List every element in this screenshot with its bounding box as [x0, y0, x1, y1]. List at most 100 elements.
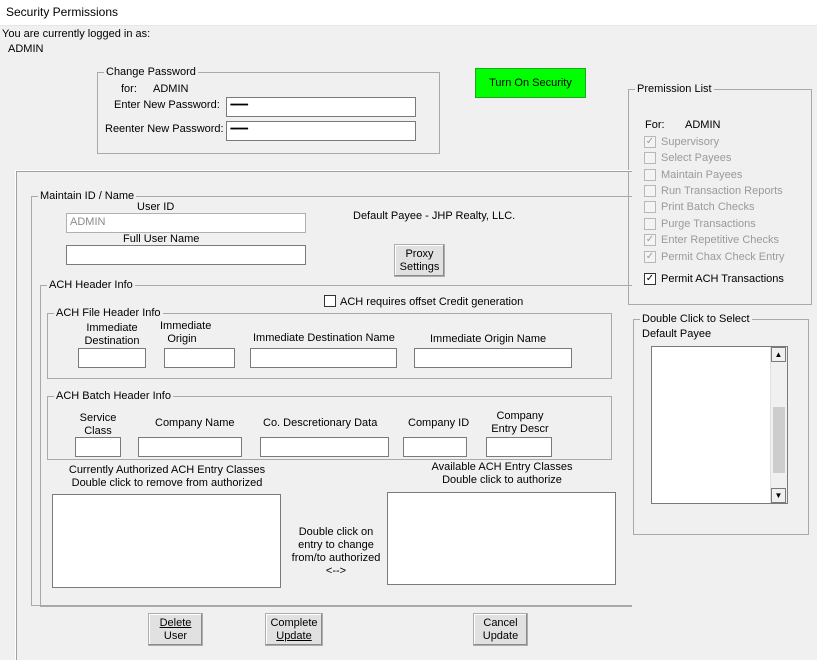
supervisory-label: Supervisory	[661, 136, 720, 148]
scroll-down-icon[interactable]: ▼	[771, 488, 786, 503]
service-class-field[interactable]	[75, 437, 121, 457]
permission-list-legend: Premission List	[635, 83, 714, 95]
cancel-update-label-1: Cancel	[483, 616, 518, 629]
enter-repetitive-checks-label: Enter Repetitive Checks	[661, 234, 779, 246]
immediate-destination-label: Immediate Destination	[78, 322, 146, 348]
scroll-up-icon[interactable]: ▲	[771, 347, 786, 362]
cancel-update-label-2: Update	[482, 629, 519, 642]
enter-repetitive-checks-checkbox[interactable]: ✓	[644, 234, 656, 246]
immediate-origin-name-label: Immediate Origin Name	[430, 333, 547, 345]
purge-transactions-label: Purge Transactions	[661, 218, 756, 230]
ach-file-header-legend: ACH File Header Info	[54, 307, 163, 319]
available-classes-list[interactable]	[387, 492, 616, 585]
authorized-classes-list[interactable]	[52, 494, 281, 588]
user-id-field[interactable]: ADMIN	[66, 213, 306, 233]
permit-ach-transactions-checkbox[interactable]: ✓	[644, 273, 656, 285]
ach-offset-checkbox[interactable]	[324, 295, 336, 307]
full-user-name-field[interactable]	[66, 245, 306, 265]
supervisory-checkbox[interactable]: ✓	[644, 136, 656, 148]
print-batch-checks-label: Print Batch Checks	[661, 201, 755, 213]
available-caption-line-1: Available ACH Entry Classes	[431, 461, 573, 473]
new-password-field[interactable]: ••••••••••••	[226, 97, 416, 117]
scroll-thumb[interactable]	[773, 407, 785, 473]
double-click-hint: Double click on entry to change from/to …	[287, 526, 385, 578]
imm-dest-line-2: Destination	[84, 335, 140, 347]
default-payee-legend: Double Click to Select	[640, 313, 752, 325]
user-id-label: User ID	[137, 201, 175, 213]
delete-user-label-2: User	[163, 629, 188, 642]
immediate-destination-name-field[interactable]	[250, 348, 397, 368]
maintain-id-legend: Maintain ID / Name	[38, 190, 137, 202]
delete-user-button[interactable]: Delete User	[148, 613, 203, 646]
immediate-origin-name-field[interactable]	[414, 348, 572, 368]
company-entry-descr-label: Company Entry Descr	[486, 410, 554, 436]
imm-origin-line-2: Origin	[167, 333, 197, 345]
title-bar: Security Permissions	[0, 0, 817, 26]
ach-batch-header-legend: ACH Batch Header Info	[54, 390, 173, 402]
password-for-label: for:	[121, 83, 137, 95]
run-transaction-reports-label: Run Transaction Reports	[661, 185, 783, 197]
discretionary-data-label: Co. Descretionary Data	[263, 417, 378, 429]
permit-chax-check-entry-label: Permit Chax Check Entry	[661, 251, 785, 263]
permit-ach-transactions-label: Permit ACH Transactions	[661, 273, 784, 285]
hint-line-4: <-->	[325, 565, 347, 577]
company-id-label: Company ID	[408, 417, 470, 429]
default-payee-text: Default Payee - JHP Realty, LLC.	[353, 210, 516, 222]
proxy-settings-label-2: Settings	[399, 260, 440, 273]
proxy-settings-button[interactable]: Proxy Settings	[394, 244, 445, 277]
available-classes-caption: Available ACH Entry Classes Double click…	[387, 461, 617, 487]
print-batch-checks-checkbox[interactable]	[644, 201, 656, 213]
company-name-field[interactable]	[138, 437, 242, 457]
reenter-password-field[interactable]: ••••••••••••	[226, 121, 416, 141]
select-payees-label: Select Payees	[661, 152, 732, 164]
ach-offset-label: ACH requires offset Credit generation	[340, 296, 524, 308]
authorized-caption-line-1: Currently Authorized ACH Entry Classes	[68, 464, 266, 476]
login-prompt: You are currently logged in as:	[2, 28, 151, 40]
imm-origin-line-1: Immediate	[160, 320, 212, 332]
permit-chax-check-entry-checkbox[interactable]: ✓	[644, 251, 656, 263]
window-title: Security Permissions	[6, 5, 119, 19]
hint-line-1: Double click on	[298, 526, 374, 538]
complete-update-label-2: Update	[276, 629, 312, 642]
purge-transactions-checkbox[interactable]	[644, 218, 656, 230]
entry-descr-line-1: Company	[496, 410, 544, 422]
payee-scrollbar[interactable]: ▲ ▼	[770, 347, 787, 503]
delete-user-label-1: Delete	[159, 616, 192, 629]
run-transaction-reports-checkbox[interactable]	[644, 185, 656, 197]
immediate-origin-label: Immediate Origin	[160, 320, 211, 346]
service-class-line-2: Class	[84, 425, 112, 437]
immediate-destination-name-label: Immediate Destination Name	[253, 332, 395, 344]
complete-update-label-1: Complete	[270, 616, 318, 629]
default-payee-subtitle: Default Payee	[642, 328, 712, 340]
turn-on-security-button[interactable]: Turn On Security	[475, 68, 586, 98]
select-payees-checkbox[interactable]	[644, 152, 656, 164]
authorized-caption-line-2: Double click to remove from authorized	[71, 477, 263, 489]
permission-for-user: ADMIN	[685, 119, 721, 131]
permission-for-label: For:	[645, 119, 665, 131]
service-class-label: Service Class	[72, 412, 124, 438]
login-user: ADMIN	[8, 43, 44, 55]
available-caption-line-2: Double click to authorize	[442, 474, 562, 486]
proxy-settings-label-1: Proxy	[405, 247, 434, 260]
password-for-user: ADMIN	[153, 83, 189, 95]
discretionary-data-field[interactable]	[260, 437, 389, 457]
company-id-field[interactable]	[403, 437, 467, 457]
service-class-line-1: Service	[79, 412, 117, 424]
immediate-origin-field[interactable]	[164, 348, 235, 368]
maintain-payees-label: Maintain Payees	[661, 169, 743, 181]
complete-update-button[interactable]: Complete Update	[265, 613, 323, 646]
reenter-password-label: Reenter New Password:	[105, 123, 224, 135]
company-name-label: Company Name	[155, 417, 235, 429]
change-password-legend: Change Password	[104, 66, 198, 78]
maintain-payees-checkbox[interactable]	[644, 169, 656, 181]
company-entry-descr-field[interactable]	[486, 437, 552, 457]
full-user-name-label: Full User Name	[123, 233, 200, 245]
default-payee-list[interactable]: ▲ ▼	[651, 346, 788, 504]
hint-line-2: entry to change	[298, 539, 374, 551]
authorized-classes-caption: Currently Authorized ACH Entry Classes D…	[52, 464, 282, 490]
immediate-destination-field[interactable]	[78, 348, 146, 368]
imm-dest-line-1: Immediate	[86, 322, 138, 334]
cancel-update-button[interactable]: Cancel Update	[473, 613, 528, 646]
new-password-label: Enter New Password:	[114, 99, 220, 111]
hint-line-3: from/to authorized	[291, 552, 381, 564]
